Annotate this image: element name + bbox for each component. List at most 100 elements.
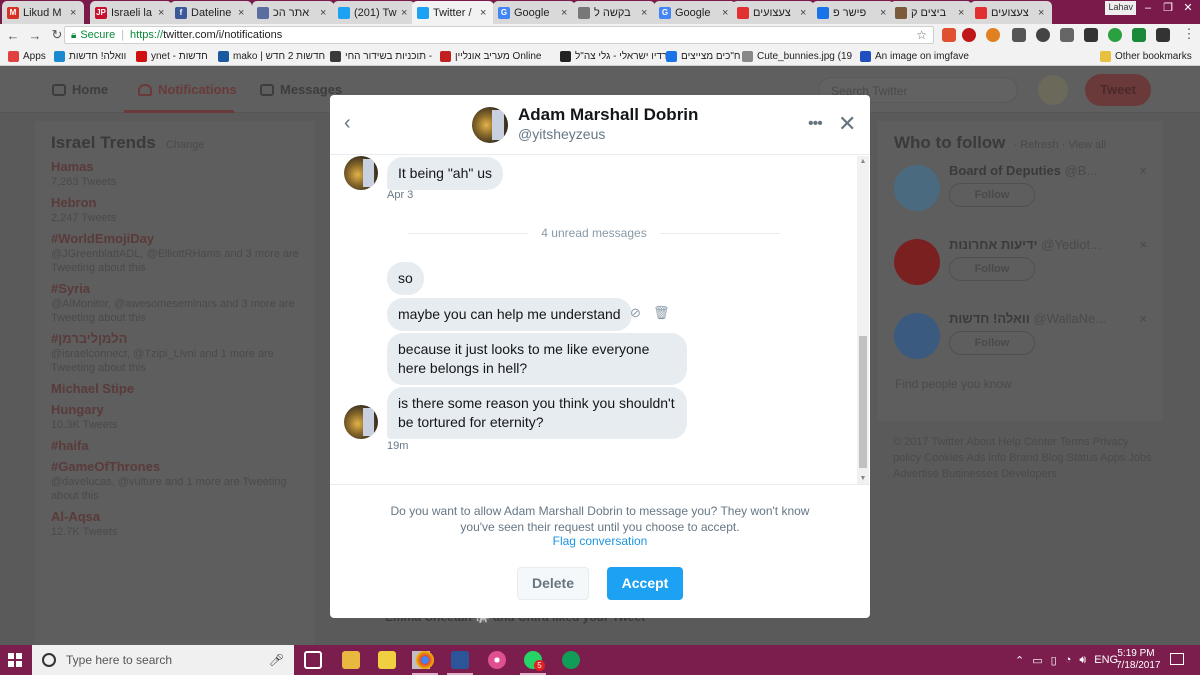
message-bubble[interactable]: because it just looks to me like everyon… [387,333,687,385]
extension-icon[interactable] [1084,28,1098,42]
tab-close-icon[interactable]: × [722,7,732,19]
trend-item[interactable]: #Syria @AlMonitor, @awesomeseminars and 3… [51,281,299,325]
browser-tab[interactable]: f Dateline × [170,1,252,24]
tab-close-icon[interactable]: × [561,7,571,19]
tab-close-icon[interactable]: × [641,7,651,19]
browser-tab[interactable]: צעצועים × [732,1,814,24]
refresh-link[interactable]: · Refresh · View all [1013,139,1106,151]
scroll-down-icon[interactable]: ▼ [857,475,869,482]
trend-item[interactable]: #הלמןליברמן @israelconnect, @Tzipi_Livni … [51,331,299,375]
trend-item[interactable]: Al-Aqsa 12.7K Tweets [51,509,299,539]
extension-icon[interactable] [986,28,1000,42]
url-input[interactable]: 🔒︎ Secure | https:// twitter.com/i/notif… [64,26,934,44]
sender-avatar[interactable] [472,107,508,143]
taskbar-clock[interactable]: 5:19 PM 7/18/2017 [1116,648,1161,672]
more-options-icon[interactable]: ••• [808,115,823,133]
dismiss-icon[interactable]: × [1139,163,1147,178]
tab-close-icon[interactable]: × [1038,7,1048,19]
browser-tab[interactable]: M Likud M × [2,1,84,24]
browser-tab[interactable]: פישר פ × [812,1,894,24]
file-explorer-icon[interactable] [342,651,360,669]
message-bubble[interactable]: is there some reason you think you shoul… [387,387,687,439]
profile-avatar[interactable] [1038,75,1068,105]
trend-item[interactable]: #haifa [51,438,299,453]
volume-icon[interactable]: 🔊︎ [1079,654,1086,667]
bookmark-item[interactable]: ynet - חדשות [136,49,208,63]
message-bubble[interactable]: so [387,262,424,295]
extension-icon[interactable] [962,28,976,42]
profile-name-label[interactable]: Lahav [1105,1,1136,15]
trend-item[interactable]: Hungary 10.3K Tweets [51,402,299,432]
sender-avatar-small[interactable] [344,405,378,439]
dismiss-icon[interactable]: × [1139,311,1147,326]
bookmark-item[interactable]: וואלה! חדשות [54,49,126,63]
nav-notifications[interactable]: Notifications [138,82,237,97]
extension-icon[interactable] [1012,28,1026,42]
follow-button[interactable]: Follow [949,183,1035,207]
thread-scrollbar[interactable]: ▲ ▼ [857,156,869,484]
tab-close-icon[interactable]: × [238,7,248,19]
other-bookmarks-folder[interactable]: Other bookmarks [1100,49,1192,63]
network-icon[interactable]: ▭ [1032,654,1042,667]
forward-arrow-icon[interactable]: → [26,28,44,43]
bookmark-star-icon[interactable]: ☆ [916,28,927,42]
trash-icon[interactable]: 🗑︎ [653,305,670,321]
window-close-icon[interactable]: ✕ [1178,0,1198,18]
nav-home[interactable]: Home [52,82,108,97]
bookmark-item[interactable]: mako | חדשות 2 חדש [218,49,325,63]
tab-close-icon[interactable]: × [401,7,411,19]
itunes-icon[interactable] [488,651,506,669]
wifi-icon[interactable]: ◔ [1065,654,1072,666]
scroll-up-icon[interactable]: ▲ [857,158,869,165]
extension-icon[interactable] [1060,28,1074,42]
browser-tab[interactable]: G Google × [654,1,736,24]
browser-tab[interactable]: אתר הכ × [252,1,334,24]
bookmark-item[interactable]: Apps [8,49,46,63]
browser-tab[interactable]: ביצים ק × [890,1,972,24]
close-icon[interactable]: ✕ [838,113,856,135]
bookmark-item[interactable]: רדיו ישראלי - גלי צה"ל [560,49,667,63]
task-view-icon[interactable] [304,651,322,669]
trend-item[interactable]: #WorldEmojiDay @JGreenblattADL, @ElliottR… [51,231,299,275]
tab-close-icon[interactable]: × [880,7,890,19]
trend-item[interactable]: Hamas 7,263 Tweets [51,159,299,189]
menu-kebab-icon[interactable]: ⋮ [1180,26,1198,42]
account-name[interactable]: ידיעות אחרונות @Yediot... [949,237,1101,252]
trend-item[interactable]: #GameOfThrones @davelucas, @vulture and 1… [51,459,299,503]
account-avatar[interactable] [894,239,940,285]
tweet-button[interactable]: Tweet [1085,74,1151,106]
accept-button[interactable]: Accept [607,567,683,600]
browser-tab[interactable]: Twitter / × [412,1,494,24]
browser-tab[interactable]: (201) Tw × [333,1,415,24]
account-avatar[interactable] [894,165,940,211]
bookmark-item[interactable]: An image on imgfave [860,49,969,63]
trend-item[interactable]: Hebron 2,247 Tweets [51,195,299,225]
dismiss-icon[interactable]: × [1139,237,1147,252]
microphone-icon[interactable]: 🎤︎ [269,653,284,667]
follow-button[interactable]: Follow [949,257,1035,281]
delete-button[interactable]: Delete [517,567,589,600]
bookmark-item[interactable]: תוכניות בשידור החי - [330,49,432,63]
message-bubble[interactable]: maybe you can help me understand [387,298,632,331]
maximize-icon[interactable]: ❐ [1158,0,1178,18]
bookmark-item[interactable]: ח"כים מצייצים [666,49,740,63]
extension-icon[interactable] [1156,28,1170,42]
message-bubble[interactable]: It being "ah" us [387,157,504,190]
account-avatar[interactable] [894,313,940,359]
suggested-account[interactable]: וואלה! חדשות @WallaNe... Follow × [894,309,1147,375]
scroll-thumb[interactable] [859,336,867,468]
bookmark-item[interactable]: Cute_bunnies.jpg (19 [742,49,852,63]
browser-tab[interactable]: צעצועים × [970,1,1052,24]
show-hidden-icons-icon[interactable]: ⌃ [1015,654,1024,667]
extension-icon[interactable] [942,28,956,42]
account-name[interactable]: וואלה! חדשות @WallaNe... [949,311,1106,326]
minimize-icon[interactable]: – [1138,0,1158,18]
find-people-link[interactable]: Find people you know [895,377,1012,391]
action-center-icon[interactable] [1170,653,1184,665]
extension-icon[interactable] [1036,28,1050,42]
sender-avatar-small[interactable] [344,156,378,190]
word-icon[interactable] [447,651,473,675]
suggested-account[interactable]: Board of Deputies @B... Follow × [894,161,1147,227]
tab-close-icon[interactable]: × [958,7,968,19]
tab-close-icon[interactable]: × [320,7,330,19]
